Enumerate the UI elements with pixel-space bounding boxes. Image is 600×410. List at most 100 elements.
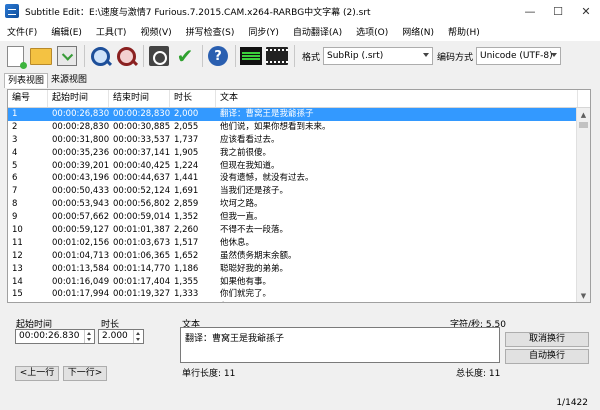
unbreak-button[interactable]: 取消换行 [505,332,589,347]
cell-start-time: 00:00:59,127 [52,225,109,236]
title-bar: Subtitle Edit：E:\速度与激情7 Furious.7.2015.C… [0,0,600,23]
replace-button[interactable] [114,44,138,68]
cell-number: 12 [12,250,23,261]
column-header-end[interactable]: 结束时间 [109,90,170,107]
encoding-value: Unicode (UTF-8) [480,51,553,61]
cell-end-time: 00:00:59,014 [113,212,170,223]
maximize-button[interactable]: ☐ [544,0,572,22]
table-row[interactable]: 12 00:01:04,713 00:01:06,365 1,652 虽然债务期末余额。 [8,250,578,263]
cell-start-time: 00:00:57,662 [52,212,109,223]
spellcheck-button[interactable]: ✔ [173,44,197,68]
save-file-button[interactable] [55,44,79,68]
menu-edit[interactable]: 编辑(E) [44,25,89,38]
encoding-select[interactable]: Unicode (UTF-8) [476,47,562,65]
cell-number: 9 [12,212,18,223]
new-file-button[interactable] [3,44,27,69]
toolbar-separator [84,45,85,67]
table-row[interactable]: 13 00:01:13,584 00:01:14,770 1,186 聪聪好我的弟弟。 [8,263,578,276]
help-icon: ? [208,46,228,66]
menu-spellcheck[interactable]: 拼写检查(S) [179,25,242,38]
table-row[interactable]: 7 00:00:50,433 00:00:52,124 1,691 当我们还是孩子。 [8,185,578,198]
replace-icon [116,46,136,66]
cell-start-time: 00:01:17,994 [52,289,109,300]
column-header-start[interactable]: 起始时间 [48,90,109,107]
scrollbar-thumb[interactable] [579,122,588,128]
waveform-button[interactable] [239,44,263,68]
cell-text: 虽然债务期末余额。 [220,250,297,261]
cell-start-time: 00:01:42,381 [48,301,109,302]
column-header-number[interactable]: 编号 [8,90,48,107]
visual-sync-button[interactable] [147,44,171,68]
tab-list-view[interactable]: 列表视图 [4,73,49,88]
cell-number: 1 [12,109,18,119]
cell-end-time: 00:00:40,425 [113,160,170,171]
help-button[interactable]: ? [206,44,230,68]
vertical-scrollbar[interactable]: ▲ ▼ [576,108,590,302]
table-row[interactable]: 1 00:00:26,830 00:00:28,830 2,000 翻译：曹窝王是我爺孫… [8,108,578,121]
cell-text: 拜马。 [216,301,578,302]
spinner-icon[interactable] [133,330,143,343]
scroll-down-icon[interactable]: ▼ [577,289,590,302]
table-row[interactable]: 4 00:00:35,236 00:00:37,141 1,905 我之前很傻。 [8,147,578,160]
subtitle-edit-window: Subtitle Edit：E:\速度与激情7 Furious.7.2015.C… [0,0,600,410]
menu-options[interactable]: 选项(O) [349,25,395,38]
cell-text: 没有遗憾，就没有过去。 [220,173,314,184]
table-row[interactable]: 6 00:00:43,196 00:00:44,637 1,441 没有遗憾，就没有过去… [8,172,578,185]
previous-line-button[interactable]: <上一行 [15,366,59,381]
find-button[interactable] [88,44,112,68]
close-button[interactable]: ✕ [572,0,600,22]
video-button[interactable] [265,44,289,68]
subtitle-grid[interactable]: 编号 起始时间 结束时间 时长 文本 1 00:00:26,830 00:00:28… [7,89,591,303]
table-row[interactable]: 5 00:00:39,201 00:00:40,425 1,224 但现在我知道。 [8,160,578,173]
cell-duration: 2,000 [174,109,199,119]
table-row[interactable]: 9 00:00:57,662 00:00:59,014 1,352 但我一直。 [8,211,578,224]
menu-video[interactable]: 视频(V) [133,25,178,38]
cell-end-time: 00:01:19,327 [113,289,170,300]
toolbar-separator [235,45,236,67]
table-row[interactable]: 3 00:00:31,800 00:00:33,537 1,737 应该看看过去。 [8,134,578,147]
table-row[interactable]: 11 00:01:02,156 00:01:03,673 1,517 他休息。 [8,237,578,250]
scroll-up-icon[interactable]: ▲ [577,108,590,121]
format-select[interactable]: SubRip (.srt) [323,47,434,65]
cell-end-time: 00:01:43,381 [109,301,170,302]
column-header-duration[interactable]: 时长 [170,90,216,107]
cell-end-time: 00:01:03,673 [113,237,170,248]
cell-start-time: 00:00:28,830 [52,121,109,132]
cell-text: 如果他有事。 [220,276,272,287]
cell-number: 5 [12,160,18,171]
spinner-icon[interactable] [84,330,94,343]
open-file-button[interactable] [29,44,53,68]
table-row[interactable]: 1600:01:42,38100:01:43,3811,000拜马。 [8,301,578,302]
subtitle-text-input[interactable]: 翻译：曹窝王是我爺孫子 [180,327,500,363]
tab-source-view[interactable]: 来源视图 [48,73,90,87]
table-row[interactable]: 8 00:00:53,943 00:00:56,802 2,859 坎坷之路。 [8,198,578,211]
auto-break-button[interactable]: 自动换行 [505,349,589,364]
table-row[interactable]: 14 00:01:16,049 00:01:17,404 1,355 如果他有事。 [8,276,578,289]
cell-end-time: 00:00:37,141 [113,147,170,158]
start-time-field[interactable]: 00:00:26.830 [15,329,95,344]
menu-help[interactable]: 帮助(H) [441,25,487,38]
cell-number: 13 [12,263,23,274]
menu-network[interactable]: 网络(N) [395,25,441,38]
chevron-down-icon [423,53,430,57]
menu-sync[interactable]: 同步(Y) [241,25,286,38]
duration-field[interactable]: 2.000 [98,329,144,344]
format-value: SubRip (.srt) [327,51,384,61]
menu-tools[interactable]: 工具(T) [89,25,134,38]
cell-start-time: 00:00:39,201 [52,160,109,171]
column-header-text[interactable]: 文本 [216,90,578,107]
encoding-label: 编码方式 [437,52,474,63]
table-row[interactable]: 10 00:00:59,127 00:01:01,387 2,260 不得不去一段落。 [8,224,578,237]
minimize-button[interactable]: — [516,0,544,22]
toolbar-separator [294,45,295,67]
view-tabs: 列表视图 来源视图 [4,73,90,88]
line-position-status: 1/1422 [556,398,588,408]
next-line-button[interactable]: 下一行> [63,366,107,381]
cell-duration: 2,055 [174,121,199,132]
menu-auto-translate[interactable]: 自动翻译(A) [286,25,349,38]
table-row[interactable]: 2 00:00:28,830 00:00:30,885 2,055 他们说，如果你想看到… [8,121,578,134]
cell-text: 他们说，如果你想看到未来。 [220,121,331,132]
table-row[interactable]: 15 00:01:17,994 00:01:19,327 1,333 你们就完了。 [8,288,578,301]
menu-file[interactable]: 文件(F) [0,25,44,38]
toolbar-separator [202,45,203,67]
